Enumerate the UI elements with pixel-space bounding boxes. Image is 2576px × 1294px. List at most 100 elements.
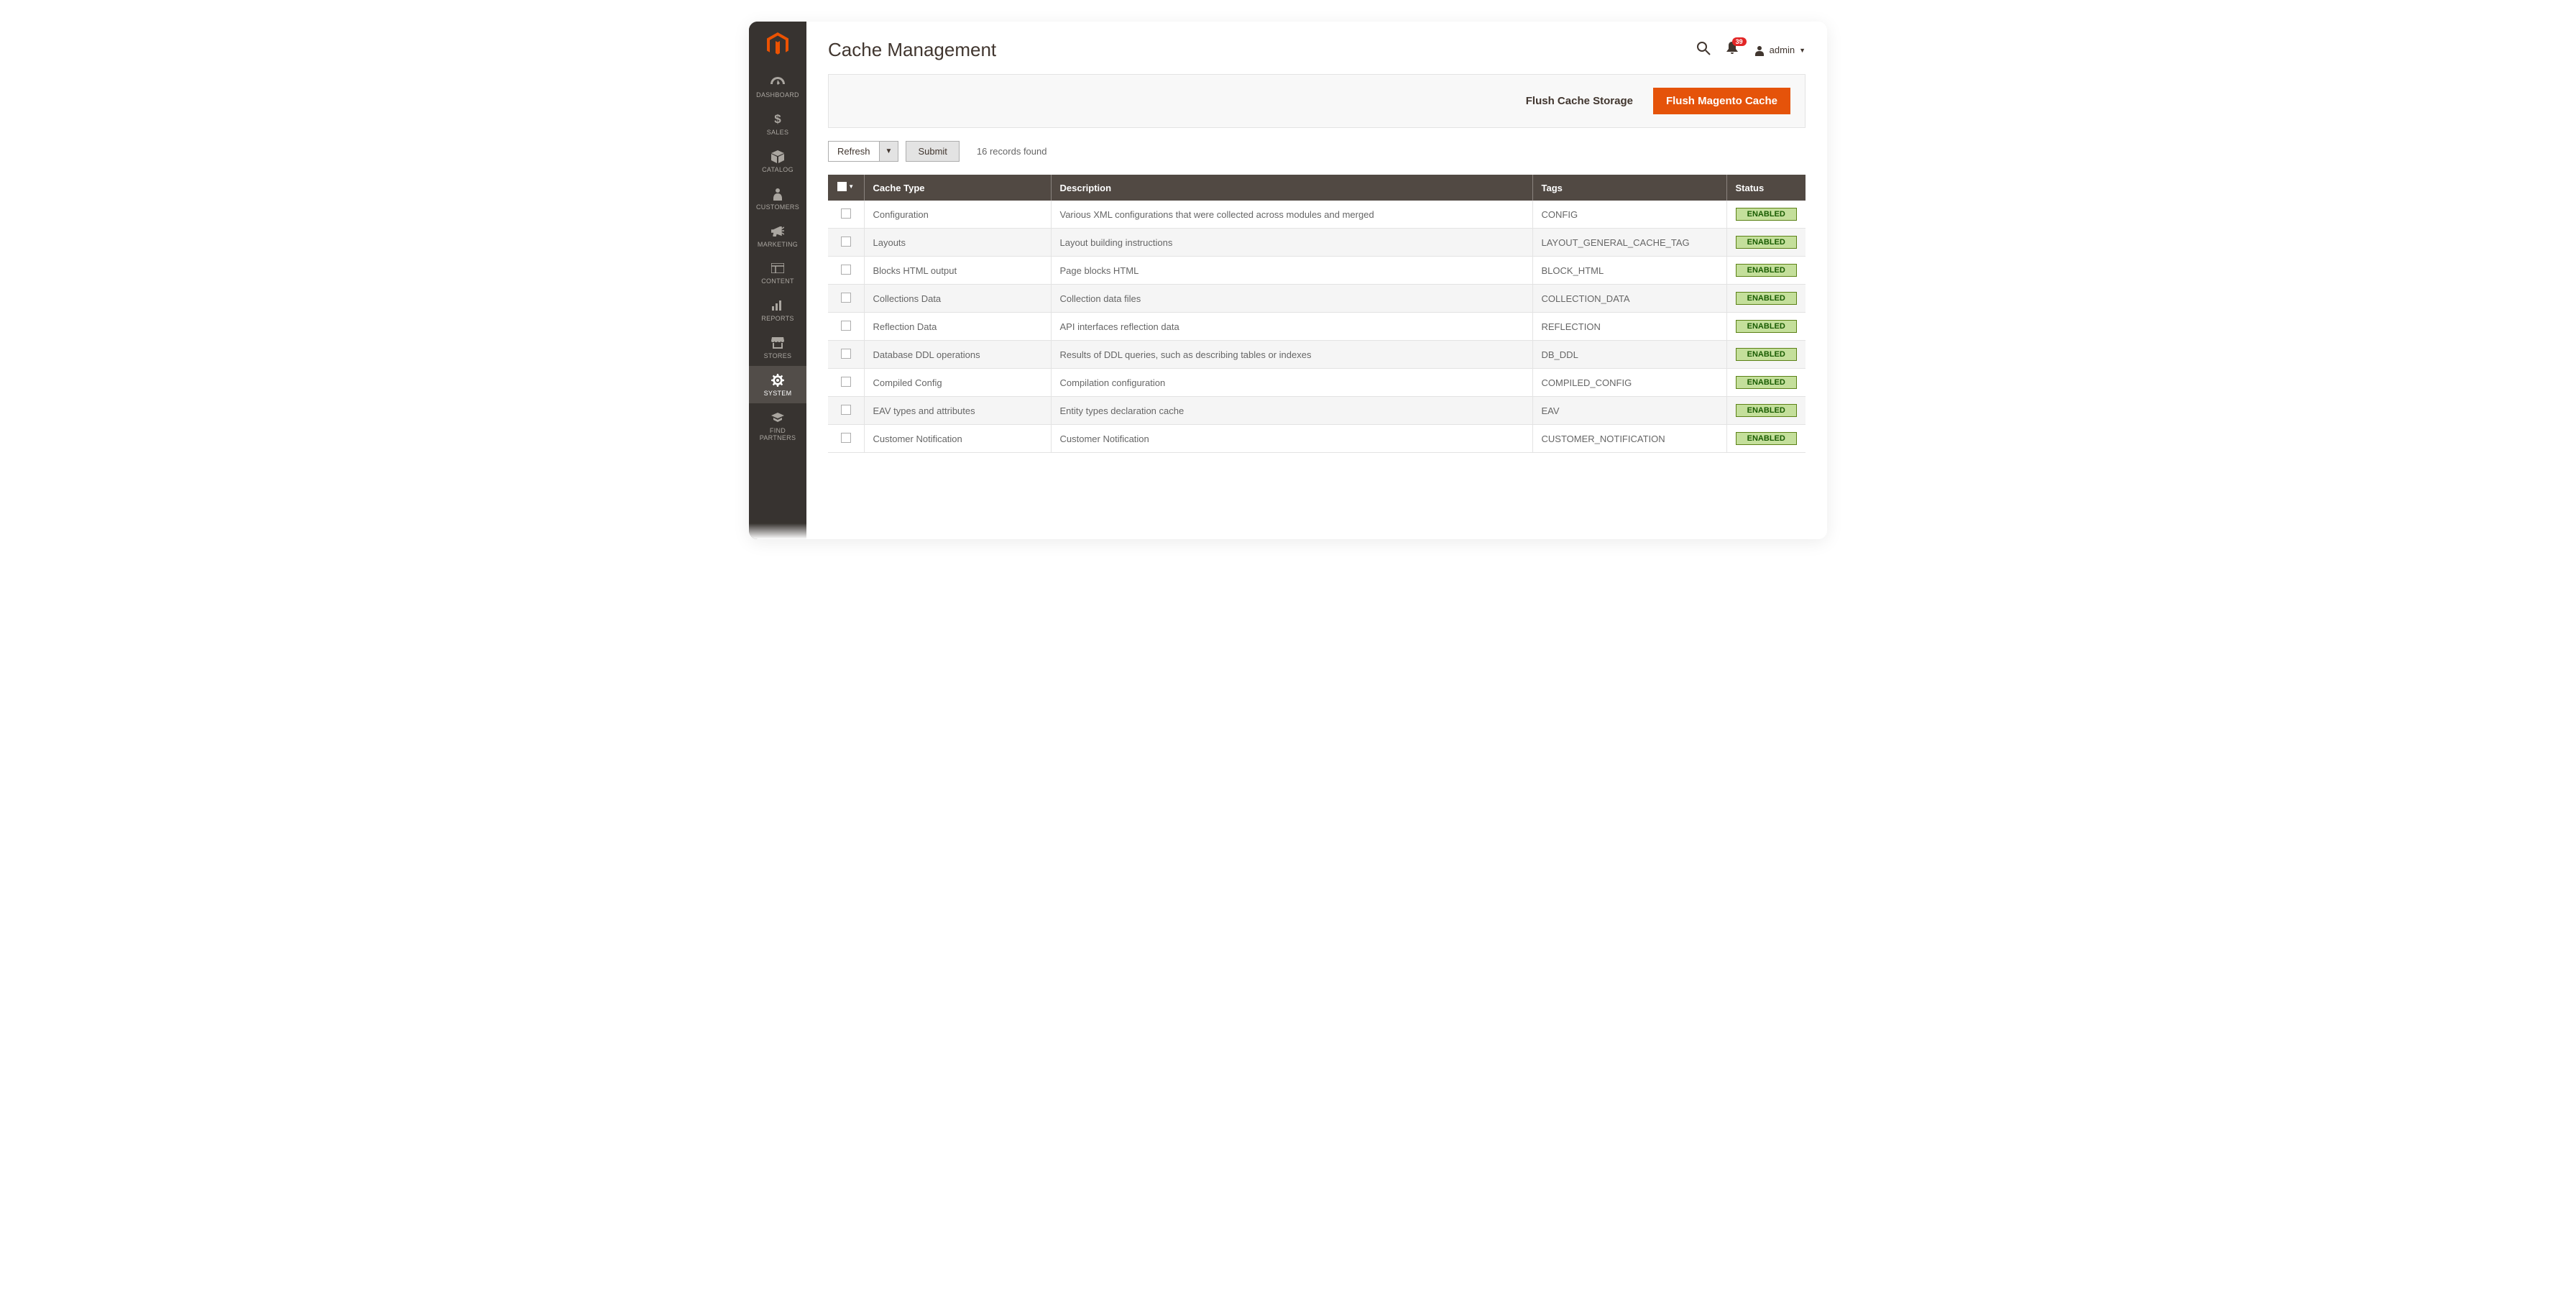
cell-status: ENABLED bbox=[1726, 369, 1806, 397]
col-header-description[interactable]: Description bbox=[1051, 175, 1532, 201]
sidebar-item-label: STORES bbox=[764, 353, 792, 360]
layout-icon bbox=[771, 261, 784, 275]
sidebar-item-label: CATALOG bbox=[762, 167, 794, 174]
cell-tags: BLOCK_HTML bbox=[1532, 257, 1726, 285]
table-row[interactable]: Customer NotificationCustomer Notificati… bbox=[828, 425, 1806, 453]
row-checkbox[interactable] bbox=[841, 405, 851, 415]
admin-user-menu[interactable]: admin ▼ bbox=[1754, 45, 1806, 56]
partners-icon bbox=[771, 410, 784, 425]
col-header-status[interactable]: Status bbox=[1726, 175, 1806, 201]
magento-logo-icon bbox=[767, 32, 788, 57]
cell-description: Compilation configuration bbox=[1051, 369, 1532, 397]
caret-down-icon: ▼ bbox=[1799, 47, 1806, 54]
col-header-type[interactable]: Cache Type bbox=[864, 175, 1051, 201]
sidebar: DASHBOARD $ SALES CATALOG CUSTOMERS MARK… bbox=[749, 22, 806, 539]
col-header-tags[interactable]: Tags bbox=[1532, 175, 1726, 201]
sidebar-item-dashboard[interactable]: DASHBOARD bbox=[749, 68, 806, 105]
cell-type: Blocks HTML output bbox=[864, 257, 1051, 285]
row-checkbox[interactable] bbox=[841, 349, 851, 359]
magento-logo[interactable] bbox=[749, 22, 806, 68]
flush-cache-storage-button[interactable]: Flush Cache Storage bbox=[1516, 89, 1643, 113]
table-row[interactable]: EAV types and attributesEntity types dec… bbox=[828, 397, 1806, 425]
flush-magento-cache-button[interactable]: Flush Magento Cache bbox=[1653, 88, 1790, 114]
status-badge: ENABLED bbox=[1736, 404, 1798, 417]
cell-tags: COMPILED_CONFIG bbox=[1532, 369, 1726, 397]
notifications-icon[interactable]: 39 bbox=[1726, 42, 1738, 58]
sidebar-item-label: REPORTS bbox=[761, 316, 794, 323]
sidebar-item-find-partners[interactable]: FIND PARTNERS bbox=[749, 403, 806, 448]
cell-status: ENABLED bbox=[1726, 425, 1806, 453]
bar-chart-icon bbox=[772, 298, 783, 313]
cache-table: ▼ Cache Type Description Tags Status Con… bbox=[828, 175, 1806, 453]
cell-type: Customer Notification bbox=[864, 425, 1051, 453]
cell-tags: COLLECTION_DATA bbox=[1532, 285, 1726, 313]
records-count: 16 records found bbox=[977, 146, 1047, 157]
row-checkbox[interactable] bbox=[841, 208, 851, 219]
sidebar-item-catalog[interactable]: CATALOG bbox=[749, 142, 806, 180]
store-icon bbox=[771, 336, 784, 350]
cell-tags: EAV bbox=[1532, 397, 1726, 425]
cell-status: ENABLED bbox=[1726, 313, 1806, 341]
cell-type: Layouts bbox=[864, 229, 1051, 257]
sidebar-item-label: SALES bbox=[767, 129, 789, 137]
gear-icon bbox=[771, 373, 784, 387]
table-row[interactable]: Compiled ConfigCompilation configuration… bbox=[828, 369, 1806, 397]
table-row[interactable]: Collections DataCollection data filesCOL… bbox=[828, 285, 1806, 313]
grid-toolbar: Refresh ▼ Submit 16 records found bbox=[806, 128, 1827, 175]
status-badge: ENABLED bbox=[1736, 236, 1798, 249]
mass-action-select[interactable]: Refresh ▼ bbox=[828, 141, 898, 162]
table-row[interactable]: Blocks HTML outputPage blocks HTMLBLOCK_… bbox=[828, 257, 1806, 285]
cell-tags: CUSTOMER_NOTIFICATION bbox=[1532, 425, 1726, 453]
dollar-icon: $ bbox=[774, 112, 781, 127]
row-checkbox[interactable] bbox=[841, 433, 851, 443]
sidebar-item-stores[interactable]: STORES bbox=[749, 329, 806, 366]
sidebar-item-reports[interactable]: REPORTS bbox=[749, 291, 806, 329]
submit-button[interactable]: Submit bbox=[906, 141, 959, 162]
cell-description: Entity types declaration cache bbox=[1051, 397, 1532, 425]
sidebar-item-system[interactable]: SYSTEM bbox=[749, 366, 806, 403]
cell-tags: DB_DDL bbox=[1532, 341, 1726, 369]
cell-tags: LAYOUT_GENERAL_CACHE_TAG bbox=[1532, 229, 1726, 257]
box-icon bbox=[771, 150, 784, 164]
row-checkbox[interactable] bbox=[841, 237, 851, 247]
user-icon bbox=[1754, 45, 1765, 56]
sidebar-item-sales[interactable]: $ SALES bbox=[749, 105, 806, 142]
cell-description: Results of DDL queries, such as describi… bbox=[1051, 341, 1532, 369]
row-checkbox[interactable] bbox=[841, 321, 851, 331]
sidebar-item-label: MARKETING bbox=[758, 242, 798, 249]
cell-type: Configuration bbox=[864, 201, 1051, 229]
table-row[interactable]: Database DDL operationsResults of DDL qu… bbox=[828, 341, 1806, 369]
cell-description: API interfaces reflection data bbox=[1051, 313, 1532, 341]
status-badge: ENABLED bbox=[1736, 320, 1798, 333]
col-header-checkbox[interactable]: ▼ bbox=[828, 175, 864, 201]
sidebar-item-content[interactable]: CONTENT bbox=[749, 254, 806, 291]
sidebar-item-label: CUSTOMERS bbox=[756, 204, 799, 211]
status-badge: ENABLED bbox=[1736, 432, 1798, 445]
person-icon bbox=[773, 187, 782, 201]
row-checkbox[interactable] bbox=[841, 293, 851, 303]
sidebar-item-label: SYSTEM bbox=[764, 390, 792, 398]
cell-description: Layout building instructions bbox=[1051, 229, 1532, 257]
status-badge: ENABLED bbox=[1736, 264, 1798, 277]
megaphone-icon bbox=[771, 224, 784, 239]
sidebar-item-label: FIND PARTNERS bbox=[752, 428, 804, 442]
status-badge: ENABLED bbox=[1736, 208, 1798, 221]
row-checkbox[interactable] bbox=[841, 377, 851, 387]
status-badge: ENABLED bbox=[1736, 292, 1798, 305]
sidebar-item-marketing[interactable]: MARKETING bbox=[749, 217, 806, 254]
sidebar-item-label: CONTENT bbox=[761, 278, 794, 285]
status-badge: ENABLED bbox=[1736, 376, 1798, 389]
row-checkbox[interactable] bbox=[841, 265, 851, 275]
search-icon[interactable] bbox=[1696, 41, 1711, 59]
sidebar-item-label: DASHBOARD bbox=[756, 92, 799, 99]
table-row[interactable]: LayoutsLayout building instructionsLAYOU… bbox=[828, 229, 1806, 257]
table-row[interactable]: ConfigurationVarious XML configurations … bbox=[828, 201, 1806, 229]
cell-type: EAV types and attributes bbox=[864, 397, 1051, 425]
page-header: Cache Management 39 admin ▼ bbox=[806, 22, 1827, 74]
cell-description: Various XML configurations that were col… bbox=[1051, 201, 1532, 229]
cell-description: Page blocks HTML bbox=[1051, 257, 1532, 285]
sidebar-item-customers[interactable]: CUSTOMERS bbox=[749, 180, 806, 217]
table-row[interactable]: Reflection DataAPI interfaces reflection… bbox=[828, 313, 1806, 341]
cell-status: ENABLED bbox=[1726, 341, 1806, 369]
admin-user-label: admin bbox=[1770, 45, 1795, 55]
